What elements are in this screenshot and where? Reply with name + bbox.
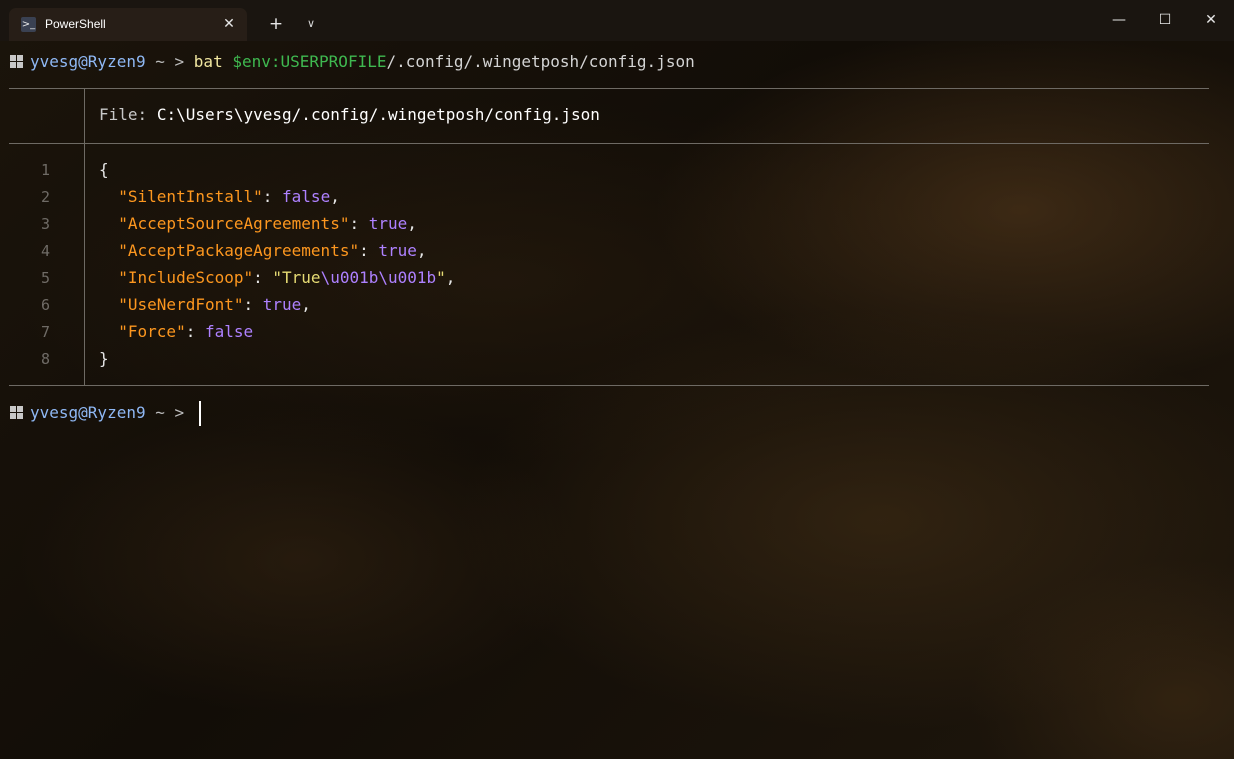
json-key: "AcceptSourceAgreements" xyxy=(118,214,350,233)
prompt-dir: ~ xyxy=(155,52,165,71)
new-tab-button[interactable]: + xyxy=(264,13,288,35)
file-label: File: xyxy=(99,105,148,124)
windows-logo-icon xyxy=(10,55,24,69)
line-number: 6 xyxy=(40,296,50,314)
prompt-user-host: yvesg@Ryzen9 xyxy=(30,403,146,422)
code-line: "AcceptSourceAgreements": true, xyxy=(118,214,417,233)
json-escape: \u001b xyxy=(378,268,437,287)
prompt-dir: ~ xyxy=(155,403,165,422)
code-line: } xyxy=(99,349,109,369)
line-number: 1 xyxy=(40,161,50,179)
json-key: "Force" xyxy=(118,322,186,341)
json-escape: \u001b xyxy=(320,268,379,287)
code-line: { xyxy=(99,160,109,180)
maximize-button[interactable]: ☐ xyxy=(1142,0,1188,41)
line-number: 4 xyxy=(40,242,50,260)
line-number: 2 xyxy=(40,188,50,206)
json-value: false xyxy=(204,322,254,341)
line-number: 8 xyxy=(40,350,50,368)
prompt-chevron: > xyxy=(174,403,185,422)
powershell-icon: >_ xyxy=(21,17,36,32)
json-value: true xyxy=(368,214,408,233)
prompt-chevron: > xyxy=(174,52,185,71)
json-brace: { xyxy=(99,160,109,179)
bat-file-header: File: C:\Users\yvesg/.config/.wingetposh… xyxy=(99,105,600,125)
command-path: /.config/.wingetposh/config.json xyxy=(386,52,695,71)
code-line: "Force": false xyxy=(118,322,254,341)
close-tab-icon[interactable]: ✕ xyxy=(218,13,240,35)
code-line: "UseNerdFont": true, xyxy=(118,295,311,314)
line-number: 5 xyxy=(40,269,50,287)
json-string: "True xyxy=(272,268,321,287)
command-line: yvesg@Ryzen9 ~ > bat $env:USERPROFILE/.c… xyxy=(30,52,695,72)
code-line: "SilentInstall": false, xyxy=(118,187,340,206)
command-program: bat xyxy=(193,52,223,71)
text-cursor xyxy=(199,401,201,426)
command-env-var: $env:USERPROFILE xyxy=(232,52,387,71)
json-value: true xyxy=(378,241,417,260)
tab-powershell[interactable]: >_ PowerShell ✕ xyxy=(9,8,247,41)
bat-bottom-rule xyxy=(9,385,1209,386)
close-window-button[interactable]: ✕ xyxy=(1188,0,1234,41)
code-line: "AcceptPackageAgreements": true, xyxy=(118,241,427,260)
json-value: false xyxy=(282,187,331,206)
json-value: true xyxy=(262,295,302,314)
bat-top-rule xyxy=(9,88,1209,89)
bat-gutter-divider xyxy=(84,143,85,385)
file-path: C:\Users\yvesg/.config/.wingetposh/confi… xyxy=(156,105,600,124)
prompt-line[interactable]: yvesg@Ryzen9 ~ > xyxy=(30,403,184,423)
tab-title: PowerShell xyxy=(45,17,106,31)
prompt-user-host: yvesg@Ryzen9 xyxy=(30,52,146,71)
json-key: "IncludeScoop" xyxy=(118,268,254,287)
chevron-down-icon[interactable]: ∨ xyxy=(300,13,322,35)
minimize-button[interactable]: — xyxy=(1096,0,1142,41)
json-brace: } xyxy=(99,349,109,368)
json-key: "SilentInstall" xyxy=(118,187,263,206)
code-line: "IncludeScoop": "True\u001b\u001b", xyxy=(118,268,456,287)
json-key: "UseNerdFont" xyxy=(118,295,244,314)
bat-header-rule xyxy=(9,143,1209,144)
json-key: "AcceptPackageAgreements" xyxy=(118,241,360,260)
line-number: 7 xyxy=(40,323,50,341)
bat-header-divider xyxy=(84,88,85,144)
windows-logo-icon xyxy=(10,406,24,420)
line-number: 3 xyxy=(40,215,50,233)
